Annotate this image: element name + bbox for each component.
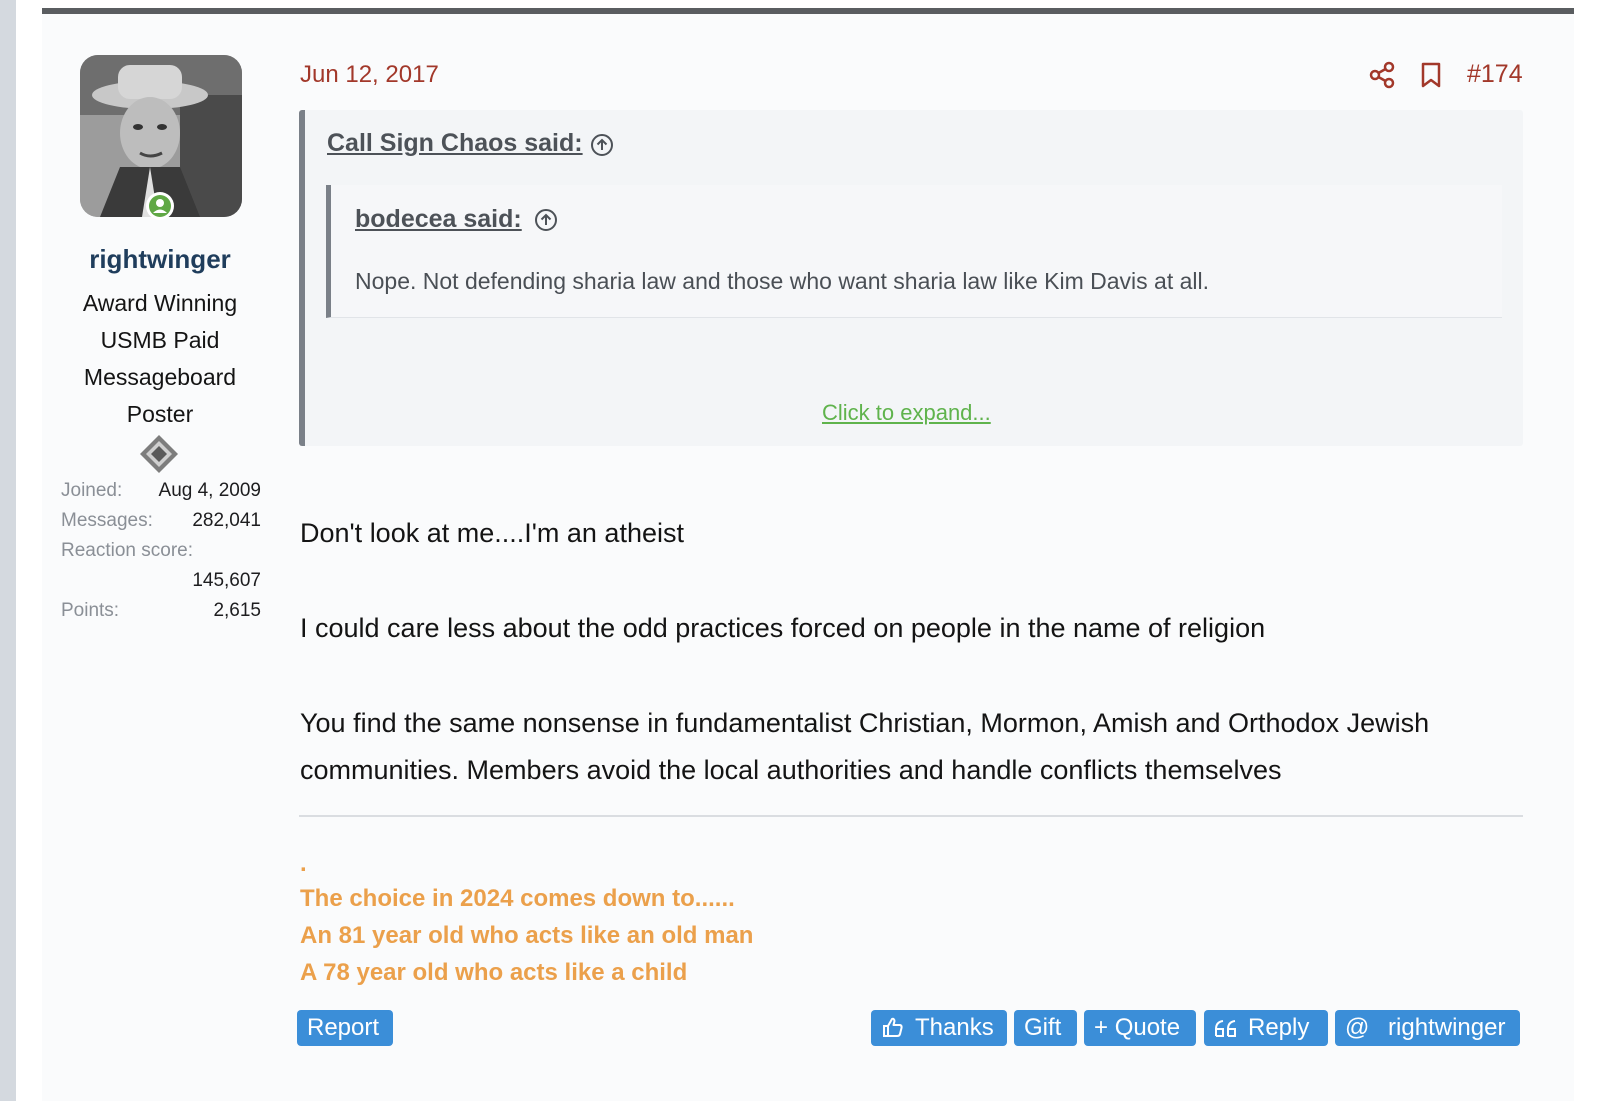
plus-icon: +: [1094, 1014, 1109, 1041]
stat-label: Reaction score:: [61, 540, 194, 561]
gift-button[interactable]: Gift: [1014, 1010, 1077, 1046]
nested-quote-author-link[interactable]: bodecea said:: [355, 205, 522, 234]
jump-to-quote-icon[interactable]: [590, 133, 614, 157]
user-title: Award Winning USMB Paid Messageboard Pos…: [82, 290, 238, 427]
stat-points: Points: 2,615: [61, 600, 261, 630]
user-stats: Joined: Aug 4, 2009 Messages: 282,041 Re…: [61, 480, 261, 630]
stat-messages: Messages: 282,041: [61, 510, 261, 540]
quote-author-link[interactable]: Call Sign Chaos said:: [327, 129, 583, 158]
at-icon: @: [1345, 1014, 1370, 1041]
post-body-paragraph: communities. Members avoid the local aut…: [300, 755, 1282, 785]
signature-dot: .: [300, 850, 307, 877]
thumbs-up-icon: [881, 1010, 905, 1046]
post-top-bar: [42, 8, 1574, 14]
mention-button[interactable]: @ rightwinger: [1335, 1010, 1520, 1046]
online-status-icon: [146, 192, 174, 220]
thanks-button[interactable]: Thanks: [871, 1010, 1007, 1046]
post-body-paragraph: I could care less about the odd practice…: [300, 613, 1266, 643]
stat-reaction-score: Reaction score: 145,607: [61, 540, 261, 600]
stat-label: Joined:: [61, 480, 123, 501]
click-to-expand-link[interactable]: Click to expand...: [822, 400, 991, 426]
jump-to-quote-icon[interactable]: [534, 208, 558, 232]
signature-line: A 78 year old who acts like a child: [300, 959, 688, 986]
stat-value: Aug 4, 2009: [158, 480, 261, 501]
stat-value: 145,607: [192, 570, 261, 591]
reply-label: Reply: [1248, 1014, 1310, 1041]
og-badge-icon: [138, 433, 180, 475]
report-label: Report: [307, 1014, 380, 1041]
quote-button[interactable]: + Quote: [1084, 1010, 1196, 1046]
reply-button[interactable]: Reply: [1204, 1010, 1328, 1046]
signature-line: An 81 year old who acts like an old man: [300, 922, 754, 949]
thanks-label: Thanks: [915, 1014, 994, 1041]
stat-value[interactable]: 2,615: [213, 600, 261, 622]
bookmark-icon[interactable]: [1418, 61, 1444, 89]
signature-divider: [299, 815, 1523, 817]
post-body-paragraph: You find the same nonsense in fundamenta…: [300, 708, 1430, 738]
stat-label: Messages:: [61, 510, 153, 531]
stat-value[interactable]: 282,041: [192, 510, 261, 532]
post-date[interactable]: Jun 12, 2017: [300, 61, 439, 89]
share-icon[interactable]: [1368, 61, 1396, 89]
nested-quote-text: Nope. Not defending sharia law and those…: [355, 268, 1209, 294]
stat-label: Points:: [61, 600, 120, 621]
quote-label: Quote: [1114, 1014, 1181, 1041]
stat-joined: Joined: Aug 4, 2009: [61, 480, 261, 510]
signature-line: The choice in 2024 comes down to......: [300, 885, 735, 912]
post-number-link[interactable]: #174: [1467, 60, 1523, 89]
quote-marks-icon: [1214, 1010, 1238, 1046]
username[interactable]: rightwinger: [42, 244, 278, 275]
mention-label: rightwinger: [1388, 1014, 1506, 1041]
gift-label: Gift: [1024, 1014, 1062, 1041]
post-body-paragraph: Don't look at me....I'm an atheist: [300, 518, 684, 548]
left-rail: [0, 0, 16, 1101]
report-button[interactable]: Report: [297, 1010, 393, 1046]
